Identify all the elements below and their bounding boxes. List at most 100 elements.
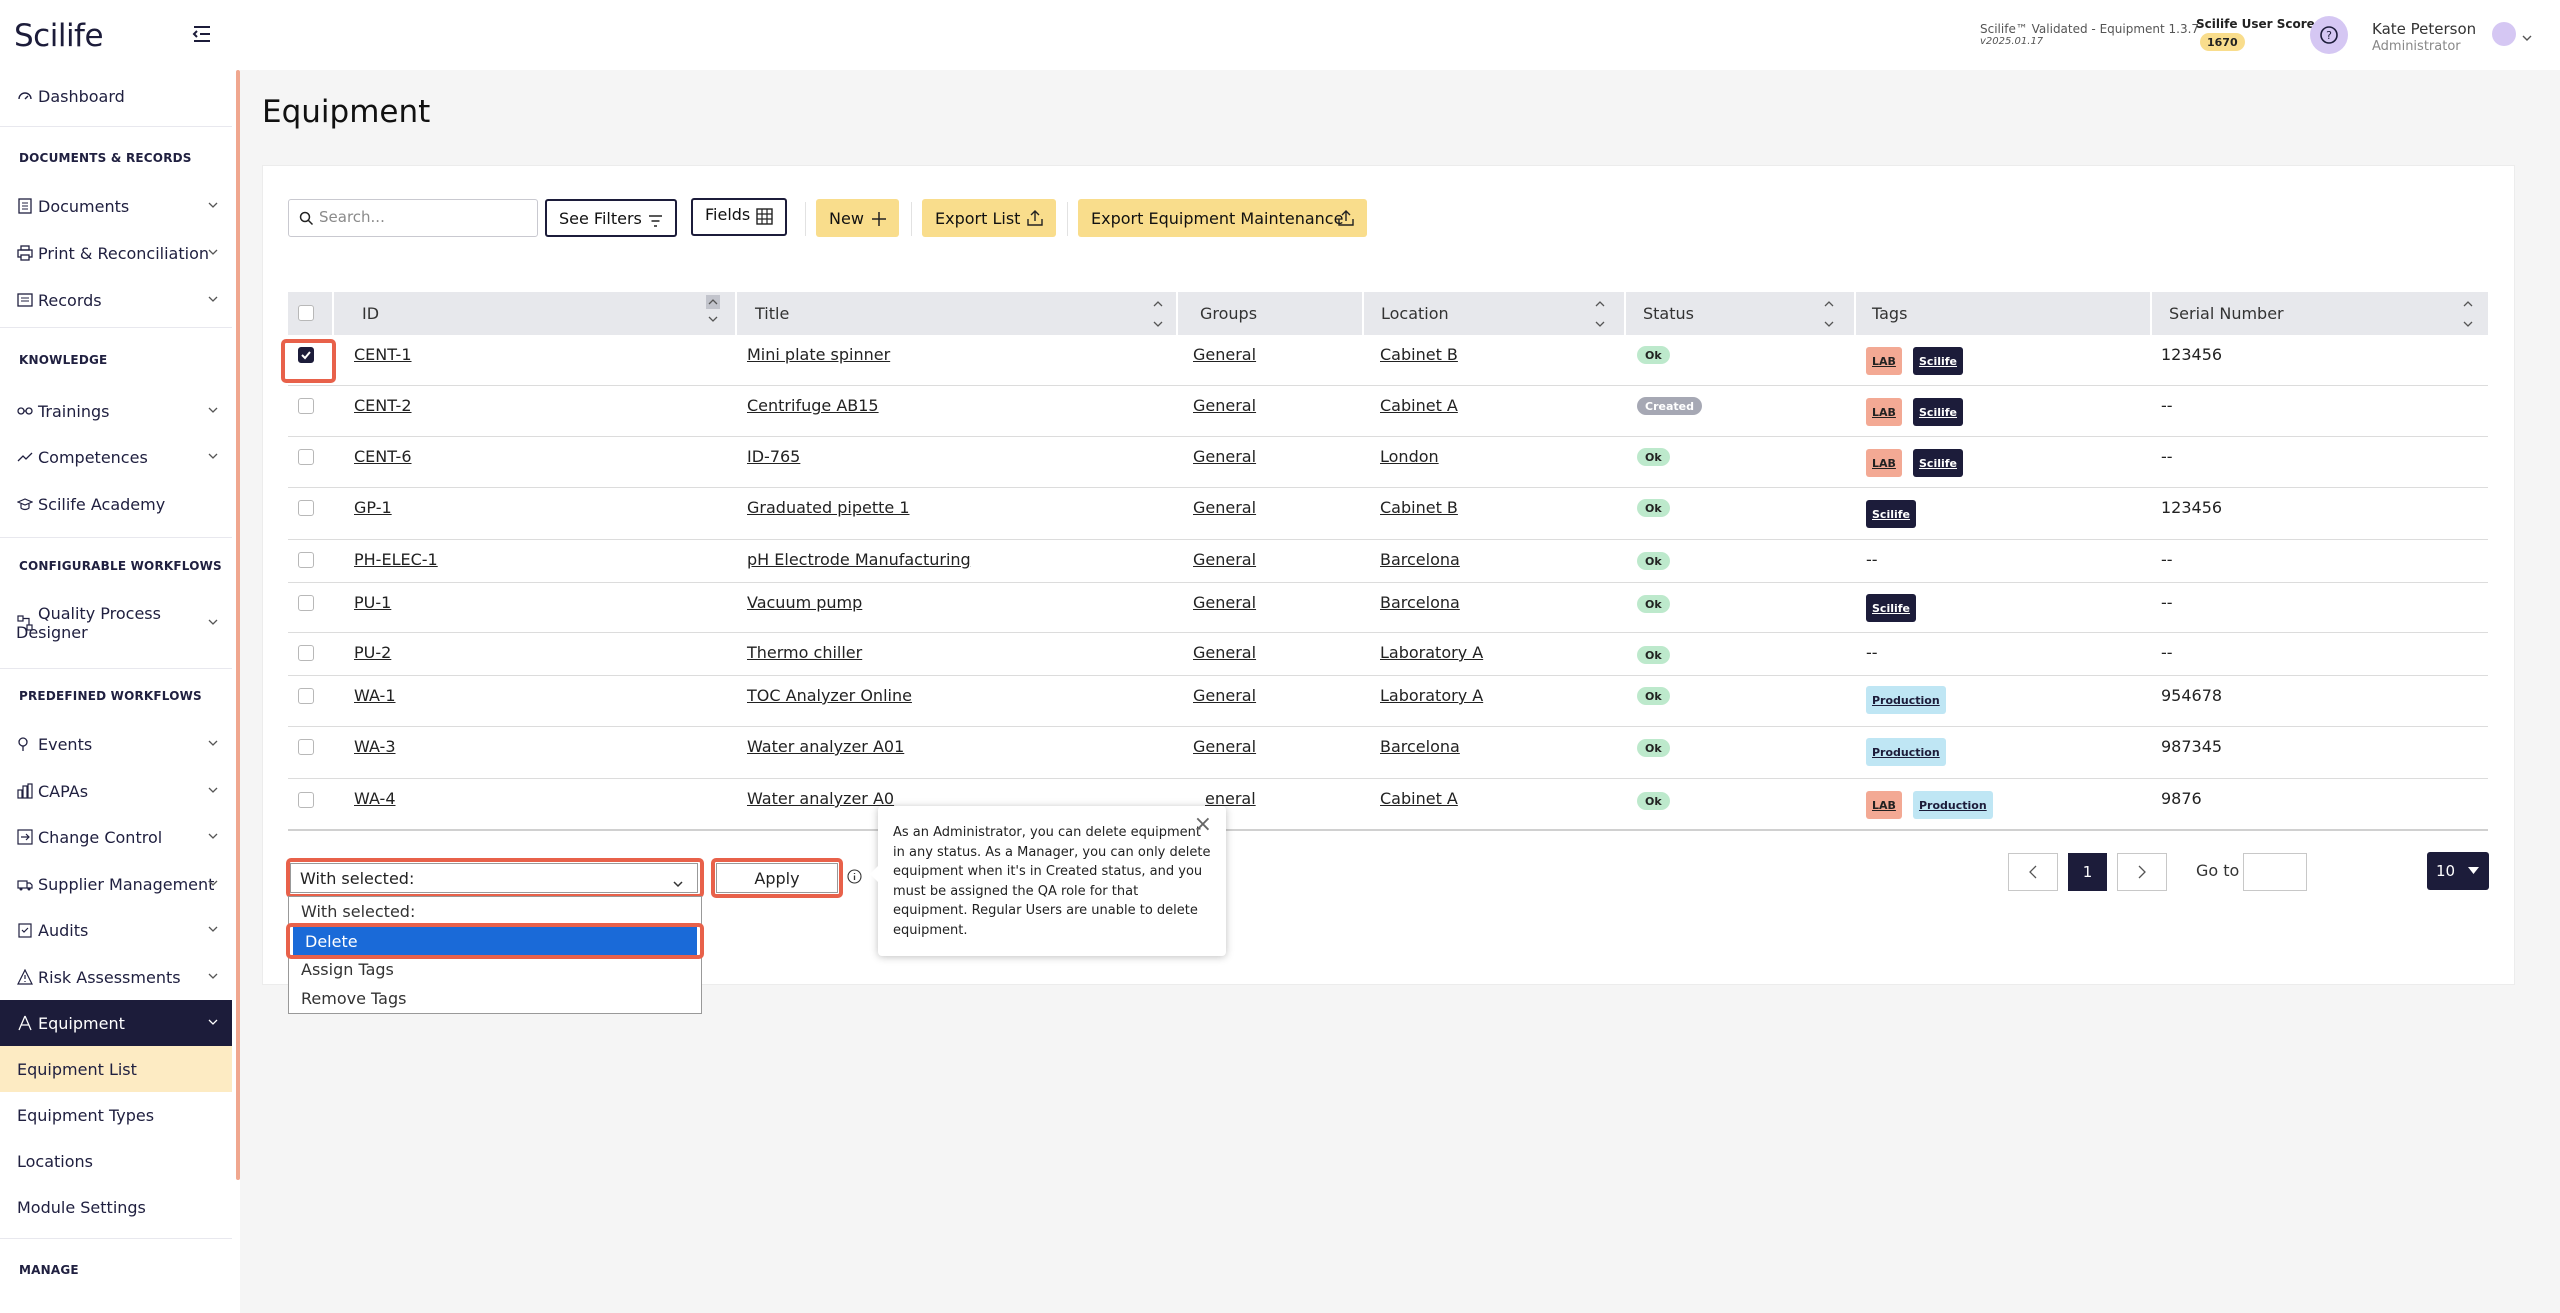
see-filters-button[interactable]: See Filters <box>545 199 677 237</box>
group-link[interactable]: General <box>1193 643 1256 662</box>
equipment-title-link[interactable]: Graduated pipette 1 <box>747 498 910 517</box>
sidebar-item-trainings[interactable]: Trainings <box>0 399 232 423</box>
row-checkbox[interactable] <box>298 688 314 704</box>
select-all-checkbox[interactable] <box>298 305 314 321</box>
location-link[interactable]: Barcelona <box>1376 550 1460 569</box>
sidebar-item-equipment[interactable]: Equipment <box>0 1000 232 1046</box>
equipment-id-link[interactable]: WA-1 <box>354 686 396 705</box>
fields-button[interactable]: Fields <box>691 198 787 236</box>
go-to-input[interactable] <box>2243 853 2307 891</box>
next-page-button[interactable] <box>2117 853 2167 891</box>
row-checkbox[interactable] <box>298 645 314 661</box>
tag-scilife[interactable]: Scilife <box>1913 449 1964 477</box>
equipment-id-link[interactable]: PU-2 <box>354 643 391 662</box>
sidebar-subitem-equipment-types[interactable]: Equipment Types <box>0 1092 232 1138</box>
table-row[interactable]: CENT-6 ID-765 General London Ok LAB Scil… <box>288 437 2488 488</box>
avatar[interactable] <box>2492 22 2516 46</box>
equipment-title-link[interactable]: TOC Analyzer Online <box>747 686 912 705</box>
table-row[interactable]: CENT-1 Mini plate spinner General Cabine… <box>288 335 2488 386</box>
equipment-title-link[interactable]: pH Electrode Manufacturing <box>747 550 971 569</box>
page-button-current[interactable]: 1 <box>2068 853 2107 891</box>
table-row[interactable]: GP-1 Graduated pipette 1 General Cabinet… <box>288 488 2488 540</box>
sidebar-item-supplier-management[interactable]: Supplier Management <box>0 872 232 896</box>
tag-lab[interactable]: LAB <box>1866 449 1902 477</box>
column-header-title[interactable]: Title <box>755 304 789 323</box>
table-row[interactable]: WA-1 TOC Analyzer Online General Laborat… <box>288 676 2488 727</box>
column-header-tags[interactable]: Tags <box>1872 304 1907 323</box>
sidebar-item-capas[interactable]: CAPAs <box>0 779 232 803</box>
equipment-title-link[interactable]: Vacuum pump <box>747 593 862 612</box>
user-menu-chevron-icon[interactable] <box>2522 28 2532 47</box>
tag-scilife[interactable]: Scilife <box>1866 594 1917 622</box>
group-link[interactable]: General <box>1193 498 1256 517</box>
location-link[interactable]: Cabinet B <box>1376 345 1458 364</box>
sidebar-item-competences[interactable]: Competences <box>0 445 232 469</box>
equipment-id-link[interactable]: CENT-2 <box>354 396 412 415</box>
previous-page-button[interactable] <box>2008 853 2058 891</box>
tag-lab[interactable]: LAB <box>1866 398 1902 426</box>
new-button[interactable]: New <box>816 199 899 237</box>
equipment-id-link[interactable]: CENT-6 <box>354 447 412 466</box>
row-checkbox[interactable] <box>298 792 314 808</box>
group-link[interactable]: General <box>1193 686 1256 705</box>
group-link[interactable]: General <box>1193 447 1256 466</box>
row-checkbox[interactable] <box>298 398 314 414</box>
equipment-id-link[interactable]: CENT-1 <box>354 345 412 364</box>
location-link[interactable]: Cabinet A <box>1376 396 1458 415</box>
table-row[interactable]: PU-1 Vacuum pump General Barcelona Ok Sc… <box>288 583 2488 633</box>
table-row[interactable]: CENT-2 Centrifuge AB15 General Cabinet A… <box>288 386 2488 437</box>
sidebar-subitem-equipment-list[interactable]: Equipment List <box>0 1046 232 1092</box>
table-row[interactable]: WA-3 Water analyzer A01 General Barcelon… <box>288 727 2488 779</box>
search-box[interactable] <box>288 199 538 237</box>
export-list-button[interactable]: Export List <box>922 199 1056 237</box>
location-link[interactable]: Cabinet A <box>1376 789 1458 808</box>
export-equipment-maintenance-button[interactable]: Export Equipment Maintenance <box>1078 199 1367 237</box>
row-checkbox[interactable] <box>298 739 314 755</box>
group-link[interactable]: General <box>1193 737 1256 756</box>
dropdown-option[interactable]: With selected: <box>289 897 701 925</box>
user-name[interactable]: Kate Peterson <box>2372 20 2476 38</box>
equipment-title-link[interactable]: Water analyzer A0 <box>747 789 894 808</box>
tag-scilife[interactable]: Scilife <box>1913 347 1964 375</box>
dropdown-option-assign-tags[interactable]: Assign Tags <box>289 955 701 983</box>
sidebar-item-scilife-academy[interactable]: Scilife Academy <box>0 492 232 516</box>
sidebar-item-change-control[interactable]: Change Control <box>0 825 232 849</box>
location-link[interactable]: Barcelona <box>1376 737 1460 756</box>
sidebar-item-print-reconciliation[interactable]: Print & Reconciliation <box>0 241 232 265</box>
collapse-sidebar-icon[interactable] <box>190 22 214 46</box>
table-row[interactable]: WA-4 Water analyzer A0 eneral Cabinet A … <box>288 779 2488 831</box>
tag-production[interactable]: Production <box>1866 686 1946 714</box>
equipment-title-link[interactable]: Thermo chiller <box>747 643 862 662</box>
equipment-id-link[interactable]: PU-1 <box>354 593 391 612</box>
dropdown-option-remove-tags[interactable]: Remove Tags <box>289 984 701 1012</box>
equipment-title-link[interactable]: Mini plate spinner <box>747 345 890 364</box>
tag-production[interactable]: Production <box>1913 791 1993 819</box>
sort-icon[interactable] <box>1823 300 1835 328</box>
sort-icon[interactable] <box>1594 300 1606 328</box>
tag-scilife[interactable]: Scilife <box>1866 500 1917 528</box>
location-link[interactable]: Barcelona <box>1376 593 1460 612</box>
sidebar-item-documents[interactable]: Documents <box>0 194 232 218</box>
info-icon[interactable] <box>847 869 862 888</box>
column-header-location[interactable]: Location <box>1381 304 1449 323</box>
tag-production[interactable]: Production <box>1866 738 1946 766</box>
column-header-status[interactable]: Status <box>1643 304 1694 323</box>
sidebar-subitem-locations[interactable]: Locations <box>0 1138 232 1184</box>
equipment-id-link[interactable]: GP-1 <box>354 498 392 517</box>
tag-lab[interactable]: LAB <box>1866 347 1902 375</box>
group-link[interactable]: General <box>1193 593 1256 612</box>
sidebar-subitem-module-settings[interactable]: Module Settings <box>0 1184 232 1230</box>
close-icon[interactable]: × <box>1194 814 1212 836</box>
equipment-id-link[interactable]: WA-3 <box>354 737 396 756</box>
group-link[interactable]: General <box>1193 396 1256 415</box>
sidebar-item-records[interactable]: Records <box>0 288 232 312</box>
help-icon[interactable]: ? <box>2310 16 2348 54</box>
row-checkbox[interactable] <box>298 500 314 516</box>
column-header-id[interactable]: ID <box>362 304 379 323</box>
equipment-title-link[interactable]: ID-765 <box>747 447 800 466</box>
equipment-title-link[interactable]: Centrifuge AB15 <box>747 396 879 415</box>
sidebar-item-quality-process-designer[interactable]: Quality Process Designer <box>0 601 232 645</box>
table-row[interactable]: PU-2 Thermo chiller General Laboratory A… <box>288 633 2488 676</box>
search-input[interactable] <box>319 208 529 226</box>
equipment-title-link[interactable]: Water analyzer A01 <box>747 737 904 756</box>
